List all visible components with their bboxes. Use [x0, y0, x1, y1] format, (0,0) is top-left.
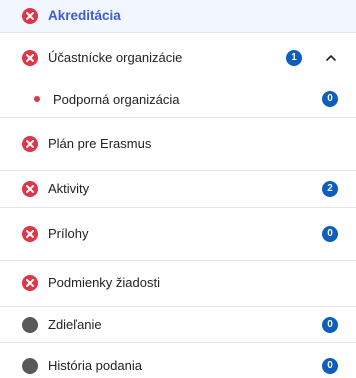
chevron-up-icon[interactable]: [324, 51, 338, 65]
nav-item-historia-podania[interactable]: História podania 0: [0, 343, 356, 378]
neutral-status-icon: [22, 317, 38, 333]
error-x-icon: [22, 275, 38, 291]
nav-item-label: Plán pre Erasmus: [48, 136, 152, 151]
nav-item-ucastnicke-organizacie[interactable]: Účastnícke organizácie 1: [0, 33, 356, 81]
nav-item-label: Aktivity: [48, 181, 90, 196]
error-x-icon: [22, 181, 38, 197]
nav-item-podmienky-ziadosti[interactable]: Podmienky žiadosti: [0, 261, 356, 306]
nav-item-aktivity[interactable]: Aktivity 2: [0, 171, 356, 207]
count-badge: 1: [286, 50, 302, 66]
count-badge: 0: [322, 317, 338, 333]
error-x-icon: [22, 226, 38, 242]
nav-item-label: Akreditácia: [48, 8, 121, 23]
nav-item-zdielanie[interactable]: Zdieľanie 0: [0, 307, 356, 342]
nav-item-label: Podporná organizácia: [53, 92, 180, 107]
nav-item-label: Účastnícke organizácie: [48, 50, 183, 65]
count-badge: 0: [322, 226, 338, 242]
nav-item-label: Zdieľanie: [48, 317, 102, 332]
nav-item-prilohy[interactable]: Prílohy 0: [0, 208, 356, 260]
nav-item-label: História podania: [48, 358, 142, 373]
nav-item-label: Podmienky žiadosti: [48, 275, 160, 290]
error-dot-icon: [34, 96, 40, 102]
nav-item-akreditacia[interactable]: Akreditácia: [0, 0, 356, 32]
error-x-icon: [22, 8, 38, 24]
error-x-icon: [22, 50, 38, 66]
count-badge: 2: [322, 181, 338, 197]
application-sidebar-nav: Akreditácia Účastnícke organizácie 1 Pod…: [0, 0, 356, 378]
nav-subitem-podporna-organizacia[interactable]: Podporná organizácia 0: [0, 81, 356, 117]
nav-item-plan-pre-erasmus[interactable]: Plán pre Erasmus: [0, 118, 356, 170]
error-x-icon: [22, 136, 38, 152]
count-badge: 0: [322, 358, 338, 374]
nav-item-label: Prílohy: [48, 226, 89, 241]
neutral-status-icon: [22, 358, 38, 374]
count-badge: 0: [322, 91, 338, 107]
